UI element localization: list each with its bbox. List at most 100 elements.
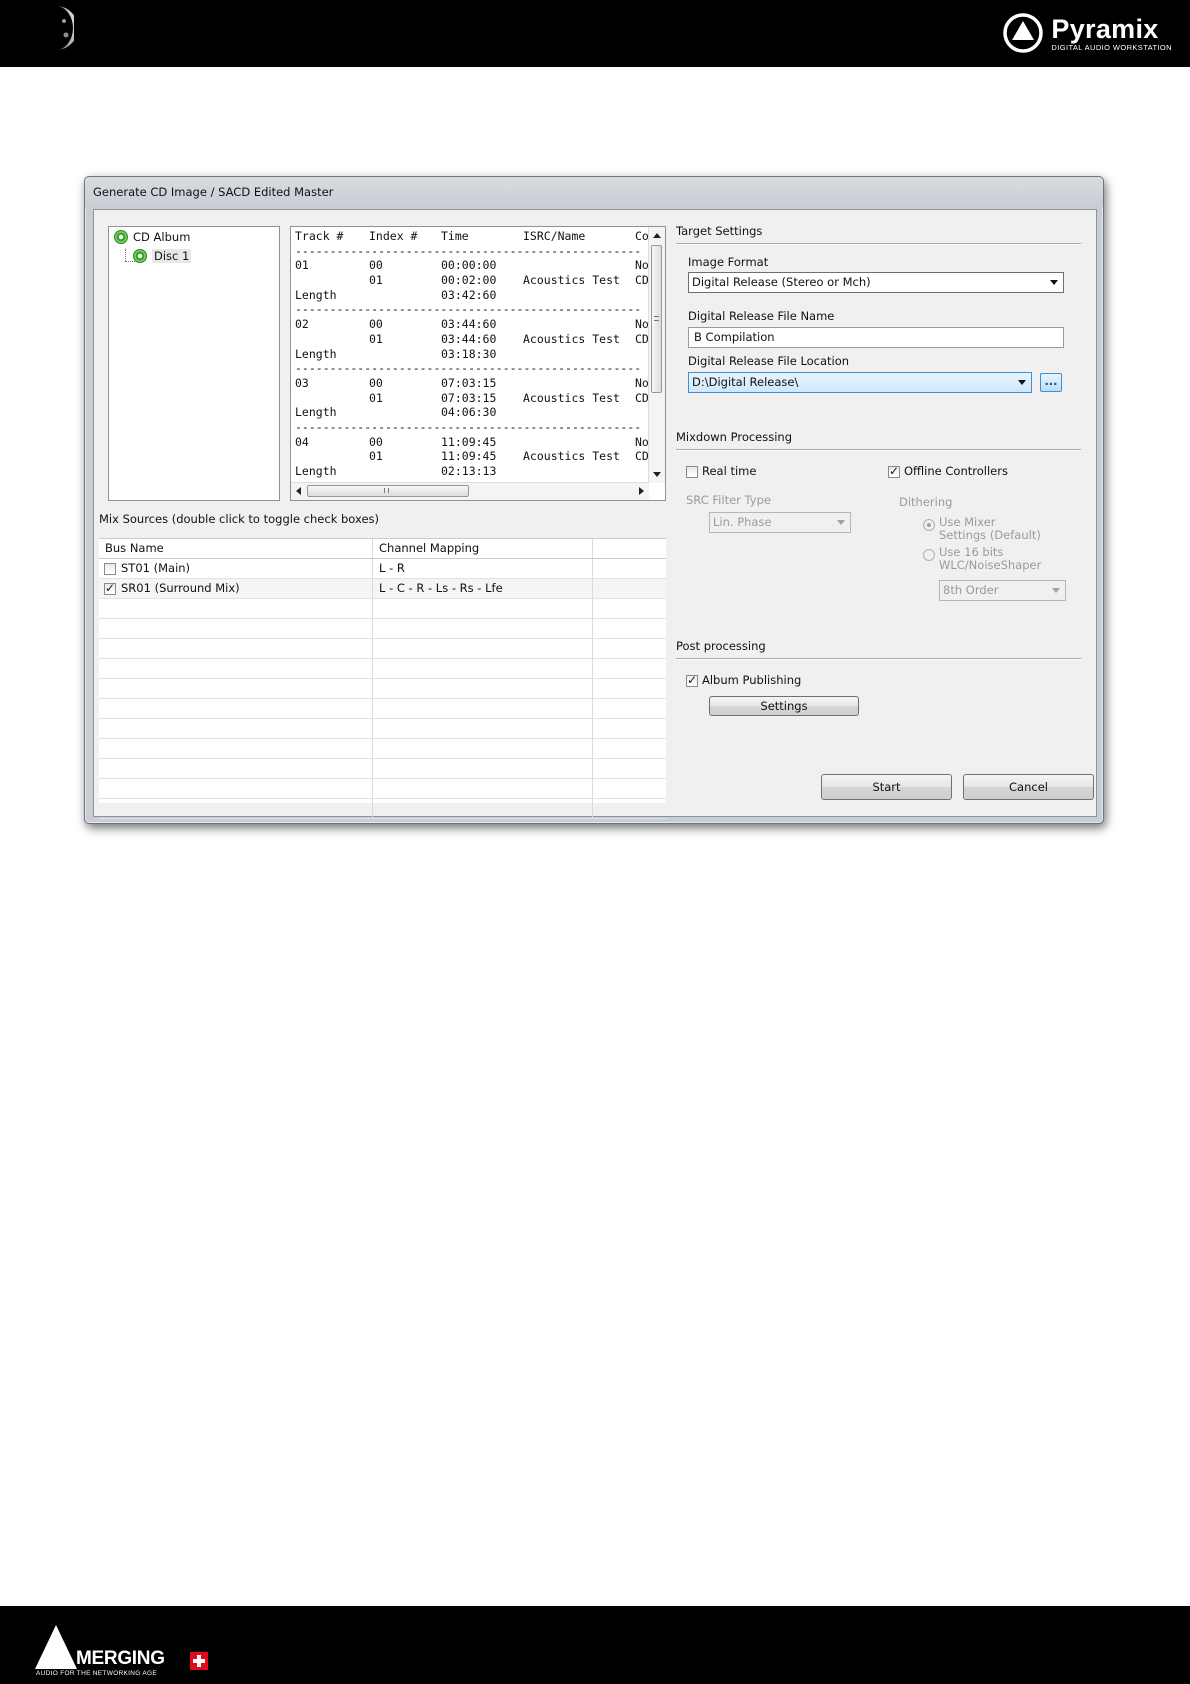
src-filter-select[interactable]: Lin. Phase: [709, 512, 851, 533]
tree-item-disc-1[interactable]: Disc 1: [133, 247, 192, 265]
brand-name: Pyramix: [1051, 13, 1159, 44]
track-list-vertical-scrollbar[interactable]: [648, 227, 665, 483]
track-index: 00: [369, 258, 383, 273]
chevron-down-icon: [1052, 588, 1060, 593]
swiss-cross-icon: [190, 1652, 208, 1670]
scroll-down-icon[interactable]: [653, 472, 661, 477]
file-name-label: Digital Release File Name: [688, 309, 835, 323]
dither-16bit-radio[interactable]: [923, 549, 935, 561]
track-index-row: 01 11:09:45 Acoustics Test CD: [295, 449, 649, 464]
mixdown-processing-title: Mixdown Processing: [676, 430, 793, 444]
cancel-button[interactable]: Cancel: [963, 774, 1094, 800]
offline-controllers-checkbox[interactable]: [888, 464, 900, 478]
track-length: 04:06:30: [441, 405, 497, 420]
merging-logo: MERGING AUDIO FOR THE NETWORKING AGE: [34, 1624, 208, 1677]
mix-sources-table[interactable]: Bus Name Channel Mapping ST01 (Main) L - …: [99, 538, 666, 819]
track-time: 03:44:60: [441, 331, 497, 346]
length-label: Length: [295, 464, 337, 478]
mix-source-checkbox[interactable]: [104, 581, 116, 595]
footer-tagline: AUDIO FOR THE NETWORKING AGE: [36, 1670, 157, 1677]
file-location-label: Digital Release File Location: [688, 354, 850, 368]
bus-name: SR01 (Surround Mix): [121, 581, 240, 595]
bus-name: ST01 (Main): [121, 561, 191, 575]
divider: [676, 658, 1081, 660]
tree-item-cd-album[interactable]: CD Album: [114, 228, 190, 246]
empty-row: [99, 779, 666, 799]
track-co: CD: [635, 449, 649, 464]
scroll-up-icon[interactable]: [653, 233, 661, 238]
track-list-content: Track # Index # Time ISRC/Name Co ------…: [295, 229, 649, 493]
horizontal-scroll-thumb[interactable]: [307, 485, 469, 497]
image-format-label: Image Format: [688, 255, 769, 269]
brand-tagline: DIGITAL AUDIO WORKSTATION: [1051, 42, 1172, 52]
dialog-title: Generate CD Image / SACD Edited Master: [85, 177, 1103, 207]
start-button[interactable]: Start: [821, 774, 952, 800]
track-number: 02: [295, 317, 309, 332]
file-location-select[interactable]: D:\Digital Release\: [688, 372, 1032, 393]
track-index: 01: [369, 390, 383, 405]
track-index-row: 01 00:02:00 Acoustics Test CD: [295, 273, 649, 288]
channel-mapping: L - R: [379, 561, 405, 575]
mix-source-row[interactable]: ST01 (Main) L - R: [99, 559, 666, 579]
album-publishing-checkbox[interactable]: [686, 673, 698, 687]
header-index: Index #: [369, 229, 418, 243]
generate-cd-image-dialog: Generate CD Image / SACD Edited Master C…: [84, 176, 1104, 824]
header-track: Track #: [295, 229, 344, 243]
track-co: CD: [635, 390, 649, 405]
track-separator: ----------------------------------------…: [295, 420, 641, 435]
empty-row: [99, 659, 666, 679]
track-index-row: 01 07:03:15 Acoustics Test CD: [295, 391, 649, 406]
target-settings-group: Target Settings Image Format Digital Rel…: [676, 224, 1081, 394]
dither-16bit-label: Use 16 bits WLC/NoiseShaper: [939, 546, 1041, 572]
vertical-scroll-thumb[interactable]: [651, 245, 662, 393]
divider: [676, 449, 1081, 451]
track-co: No: [635, 317, 649, 332]
mixdown-processing-group: Mixdown Processing Real time Offline Con…: [676, 430, 1081, 620]
dither-mixer-label: Use Mixer Settings (Default): [939, 516, 1041, 542]
track-list[interactable]: Track # Index # Time ISRC/Name Co ------…: [290, 226, 666, 501]
mix-source-row[interactable]: SR01 (Surround Mix) L - C - R - Ls - Rs -…: [99, 579, 666, 599]
empty-row: [99, 599, 666, 619]
pyramix-logo: Pyramix DIGITAL AUDIO WORKSTATION: [1003, 10, 1172, 56]
track-list-header: Track # Index # Time ISRC/Name Co: [295, 229, 649, 244]
disc-icon: [133, 249, 147, 263]
channel-mapping: L - C - R - Ls - Rs - Lfe: [379, 581, 503, 595]
settings-button[interactable]: Settings: [709, 696, 859, 716]
post-processing-title: Post processing: [676, 639, 766, 653]
tree-item-cd-album-label: CD Album: [133, 230, 191, 244]
browse-button[interactable]: ...: [1040, 373, 1062, 392]
track-time: 07:03:15: [441, 375, 497, 390]
page-footer: MERGING AUDIO FOR THE NETWORKING AGE: [0, 1606, 1190, 1684]
image-format-select[interactable]: Digital Release (Stereo or Mch): [688, 272, 1064, 293]
noise-shaper-order-select[interactable]: 8th Order: [939, 580, 1066, 601]
track-length-row: Length 03:18:30: [295, 347, 496, 362]
column-bus-name[interactable]: Bus Name: [105, 541, 164, 555]
separator-line: ----------------------------------------…: [295, 302, 642, 317]
realtime-checkbox[interactable]: [686, 466, 698, 478]
track-time: 07:03:15: [441, 390, 497, 405]
file-name-input[interactable]: B Compilation: [688, 327, 1064, 348]
track-name: Acoustics Test: [523, 273, 620, 288]
track-list-horizontal-scrollbar[interactable]: [291, 482, 649, 500]
album-tree[interactable]: CD Album Disc 1: [108, 226, 280, 501]
scroll-right-icon[interactable]: [639, 487, 644, 495]
realtime-label: Real time: [702, 464, 757, 478]
track-row: 03 00 07:03:15 No: [295, 376, 649, 391]
dialog-client-area: CD Album Disc 1 Track # Index # Time ISR…: [93, 209, 1097, 819]
track-name: Acoustics Test: [523, 449, 620, 464]
length-label: Length: [295, 287, 337, 302]
separator-line: ----------------------------------------…: [295, 243, 642, 258]
track-index: 01: [369, 273, 383, 288]
mix-sources-label: Mix Sources (double click to toggle chec…: [99, 512, 379, 526]
track-row: 04 00 11:09:45 No: [295, 434, 649, 450]
track-separator: ----------------------------------------…: [295, 361, 641, 376]
column-channel-mapping[interactable]: Channel Mapping: [379, 541, 479, 555]
scroll-left-icon[interactable]: [296, 487, 301, 495]
track-number: 04: [295, 434, 309, 449]
dither-mixer-radio[interactable]: [923, 519, 935, 531]
chevron-down-icon: [1050, 280, 1058, 285]
track-index-row: 01 03:44:60 Acoustics Test CD: [295, 332, 649, 347]
mix-source-checkbox[interactable]: [104, 563, 116, 575]
target-settings-title: Target Settings: [676, 224, 763, 238]
post-processing-group: Post processing Album Publishing Setting…: [676, 639, 1081, 719]
